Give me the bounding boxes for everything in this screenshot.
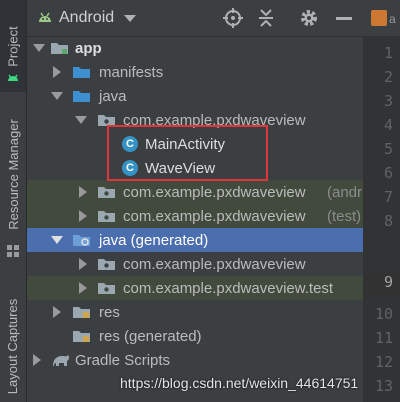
expand-arrow-icon[interactable]	[33, 44, 45, 52]
view-mode-dropdown[interactable]: Android	[59, 8, 179, 28]
line-number: 6	[383, 164, 393, 182]
tree-item-manifests[interactable]: manifests	[27, 60, 363, 84]
tree-item-label: Gradle Scripts	[75, 351, 171, 369]
tree-item-label: com.example.pxdwaveview	[123, 183, 306, 201]
package-icon	[98, 186, 115, 198]
tree-item-res[interactable]: res	[27, 300, 363, 324]
project-tree: app manifests java com.example.pxdwavevi…	[27, 37, 363, 402]
line-number: 7	[383, 188, 393, 206]
tree-item-generated-test-package[interactable]: com.example.pxdwaveview.test	[27, 276, 363, 300]
editor-tab[interactable]: a	[363, 0, 400, 37]
highlight-box	[107, 125, 268, 181]
layout-captures-tab-label: Layout Captures	[5, 298, 21, 394]
tree-item-java[interactable]: java	[27, 84, 363, 108]
expand-arrow-icon[interactable]	[53, 66, 61, 78]
watermark-text: https://blog.csdn.net/weixin_44614751	[120, 375, 359, 391]
package-icon	[98, 282, 115, 294]
tree-item-res-generated[interactable]: res (generated)	[27, 324, 363, 348]
line-number: 8	[383, 212, 393, 230]
tree-item-label: app	[75, 39, 102, 57]
line-number: 13	[374, 377, 393, 395]
package-icon	[98, 258, 115, 270]
folder-icon	[73, 66, 90, 78]
tree-item-label: java (generated)	[99, 231, 209, 249]
tree-item-gradle-scripts[interactable]: Gradle Scripts	[27, 348, 363, 372]
expand-arrow-icon[interactable]	[79, 282, 87, 294]
tree-item-label: manifests	[99, 63, 164, 81]
gradle-icon	[51, 352, 71, 368]
tree-item-android-test-package[interactable]: com.example.pxdwaveview (andr	[27, 180, 363, 204]
line-number: 3	[383, 92, 393, 110]
resource-folder-icon	[73, 330, 90, 342]
view-mode-label: Android	[59, 9, 115, 26]
line-number: 12	[374, 353, 393, 371]
expand-arrow-icon[interactable]	[79, 186, 87, 198]
tree-item-app[interactable]: app	[27, 36, 363, 60]
tree-item-suffix: (andr	[327, 183, 363, 201]
resource-manager-tab-label: Resource Manager	[5, 118, 21, 230]
resource-manager-tab[interactable]: Resource Manager	[0, 100, 26, 248]
line-number: 4	[383, 116, 393, 134]
collapse-all-icon[interactable]	[256, 8, 276, 28]
close-icon: a	[389, 12, 396, 26]
editor-gutter: a 1 2 3 4 5 6 7 8 9 10 11 12 13	[363, 0, 400, 402]
project-toolbar: Android	[27, 0, 363, 37]
chevron-down-icon	[124, 14, 137, 22]
expand-arrow-icon[interactable]	[53, 306, 61, 318]
generated-folder-icon	[73, 234, 90, 246]
file-icon	[371, 10, 387, 26]
tree-item-label: com.example.pxdwaveview.test	[123, 279, 334, 297]
hide-icon[interactable]	[336, 17, 352, 20]
expand-arrow-icon[interactable]	[75, 116, 87, 124]
gear-icon[interactable]	[299, 8, 319, 28]
folder-icon	[73, 90, 90, 102]
locate-icon[interactable]	[223, 8, 243, 28]
line-number: 9	[383, 273, 393, 291]
line-number: 5	[383, 140, 393, 158]
resource-folder-icon	[73, 306, 90, 318]
expand-arrow-icon[interactable]	[33, 354, 41, 366]
expand-arrow-icon[interactable]	[51, 236, 63, 244]
tree-item-java-generated[interactable]: java (generated)	[27, 228, 363, 252]
tool-window-bar: Project Resource Manager Layout Captures	[0, 0, 27, 402]
android-icon	[6, 72, 20, 86]
tree-item-label: res (generated)	[99, 327, 202, 345]
line-number: 2	[383, 68, 393, 86]
project-tab-label: Project	[5, 25, 21, 67]
expand-arrow-icon[interactable]	[79, 258, 87, 270]
tree-item-label: java	[99, 87, 127, 105]
line-number: 1	[383, 44, 393, 62]
expand-arrow-icon[interactable]	[79, 210, 87, 222]
tree-item-label: com.example.pxdwaveview	[123, 255, 306, 273]
module-folder-icon	[51, 42, 68, 54]
resource-manager-icon	[7, 244, 19, 257]
expand-arrow-icon[interactable]	[51, 92, 63, 100]
tree-item-generated-package[interactable]: com.example.pxdwaveview	[27, 252, 363, 276]
package-icon	[98, 210, 115, 222]
layout-captures-tab[interactable]: Layout Captures	[0, 290, 26, 402]
tree-item-test-package[interactable]: com.example.pxdwaveview (test)	[27, 204, 363, 228]
line-number: 10	[374, 305, 393, 323]
tree-item-suffix: (test)	[327, 207, 362, 225]
android-view-icon	[37, 10, 53, 26]
tree-item-label: com.example.pxdwaveview	[123, 207, 306, 225]
tree-item-label: res	[99, 303, 120, 321]
line-number: 11	[374, 329, 393, 347]
